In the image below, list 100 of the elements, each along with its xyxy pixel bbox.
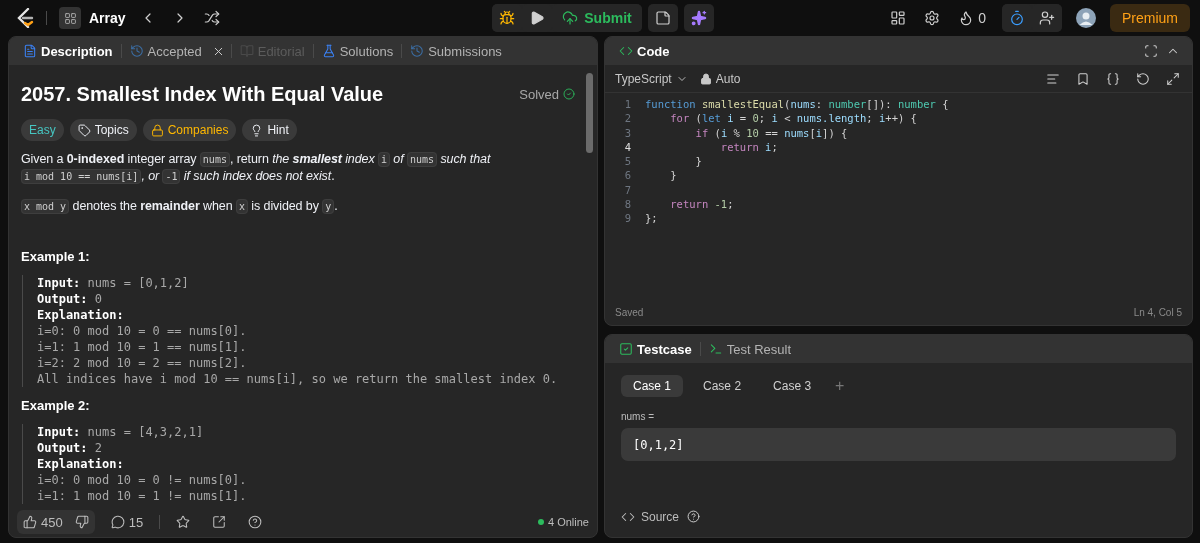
lock-icon [150, 123, 164, 137]
line-number: 5 [623, 154, 631, 169]
bug-icon [499, 10, 516, 26]
settings-icon [924, 10, 941, 26]
code-line: return -1; [669, 197, 734, 212]
line-number: 7 [623, 182, 631, 198]
line-number: 9 [623, 211, 631, 226]
add-user-icon [1039, 10, 1055, 26]
history-icon [129, 44, 144, 58]
language-dropdown[interactable]: TypeScript [615, 71, 688, 86]
code-line: for (let i = 0; i < nums.length; i++) { [669, 111, 917, 126]
code-line: return i; [719, 139, 778, 155]
braces-icon [1106, 71, 1120, 86]
tag-chip[interactable]: Topics [69, 119, 137, 141]
case-tab[interactable]: Case 1 [621, 375, 684, 397]
line-number: 1 [623, 97, 631, 112]
star-icon [176, 515, 191, 529]
terminal-icon [708, 342, 723, 356]
logo-icon[interactable] [16, 8, 34, 28]
note-icon [654, 10, 671, 26]
play-icon [529, 10, 546, 26]
help-icon [687, 510, 701, 523]
example-heading: Example 2: [21, 398, 91, 414]
example-line: i=1: 1 mod 10 = 1 == nums[1]. [37, 339, 248, 355]
notes-button[interactable] [647, 4, 678, 32]
example-line: i=0: 0 mod 10 = 0 != nums[0]. [37, 472, 248, 488]
scrollbar[interactable] [586, 73, 593, 153]
example-line: i=0: 0 mod 10 = 0 == nums[0]. [37, 323, 248, 339]
cursor-position: Ln 4, Col 5 [1133, 306, 1182, 318]
premium-button[interactable]: Premium [1110, 4, 1190, 32]
grid-icon [63, 11, 77, 25]
share-icon [212, 515, 227, 529]
checkbox-icon [619, 342, 633, 356]
help-icon [248, 515, 263, 529]
problem-list-button[interactable]: Array [59, 7, 126, 29]
code-line: } [669, 168, 677, 183]
panel-tab[interactable]: Testcase [615, 341, 696, 357]
comment-icon [110, 515, 125, 529]
line-number: 4 [623, 139, 631, 155]
layout-icon [890, 10, 907, 26]
line-number: 8 [623, 197, 631, 212]
timer-icon [1009, 10, 1025, 26]
line-number: 3 [623, 125, 631, 140]
document-icon [23, 44, 37, 58]
help-button[interactable] [685, 508, 703, 525]
panel-tab[interactable]: Description [19, 43, 117, 59]
thumbs-down-icon [74, 515, 89, 529]
problem-statement: Given a 0-indexed integer array nums , return the smallest index i of nums such that i mod 10 == nums[i] , or -1 if such index does not exist. [21, 151, 492, 185]
lock-icon [699, 72, 712, 85]
line-number: 2 [623, 111, 631, 126]
example-line: All indices have i mod 10 == nums[i], so we return the smallest index 0. [37, 371, 559, 387]
save-status: Saved [615, 306, 644, 318]
online-count: 4 Online [538, 516, 589, 528]
tag-chip[interactable]: Companies [142, 119, 237, 141]
ai-button[interactable] [683, 4, 714, 32]
tag-icon [77, 123, 91, 137]
shuffle-icon [203, 10, 220, 26]
comments-button[interactable]: 15 [104, 514, 150, 530]
panel-tab[interactable]: Accepted [125, 43, 206, 59]
code-line: }; [645, 211, 658, 226]
tag-chip[interactable]: Hint [242, 119, 297, 141]
example-line: Explanation: [37, 456, 125, 472]
code-tab[interactable]: Code [615, 43, 674, 59]
case-tab[interactable]: Case 2 [691, 375, 754, 397]
source-button[interactable]: Source [621, 509, 680, 524]
code-line: } [694, 154, 702, 169]
align-left-icon [1046, 71, 1060, 86]
input-field[interactable]: [0,1,2] [621, 428, 1176, 461]
streak-button[interactable]: 0 [956, 8, 988, 28]
panel-tab[interactable]: Submissions [406, 43, 506, 59]
fullscreen-button[interactable] [1142, 42, 1160, 60]
example-line: Output: 0 [37, 291, 104, 307]
sparkles-icon [690, 10, 707, 26]
problem-statement: x mod y denotes the remainder when x is divided by y . [21, 198, 575, 215]
bookmark-icon [1076, 71, 1090, 86]
solved-status: Solved [519, 86, 575, 102]
cloud-upload-icon [562, 10, 579, 26]
problem-title: 2057. Smallest Index With Equal Value [21, 82, 384, 107]
check-circle-icon [563, 88, 575, 100]
example-line: Input: nums = [0,1,2] [37, 275, 190, 291]
example-line: Input: nums = [4,3,2,1] [37, 424, 205, 440]
history-icon [410, 44, 425, 58]
avatar[interactable] [1076, 8, 1096, 28]
fullscreen-icon [1144, 44, 1158, 58]
auto-mode-toggle[interactable]: Auto [699, 71, 741, 86]
code-icon [619, 44, 633, 58]
flask-icon [321, 44, 336, 58]
code-line: if (i % 10 == nums[i]) { [694, 125, 848, 140]
example-heading: Example 1: [21, 249, 91, 265]
example-line: i=1: 1 mod 10 = 1 != nums[1]. [37, 488, 248, 504]
expand-icon [1166, 71, 1180, 86]
tag-chip[interactable]: Easy [21, 119, 64, 141]
panel-tab[interactable]: Test Result [704, 341, 795, 357]
code-line: function smallestEqual(nums: number[]): number { [645, 97, 949, 112]
parameter-label: nums = [621, 411, 656, 422]
case-tab[interactable]: Case 3 [761, 375, 824, 397]
reset-icon [1136, 71, 1150, 86]
example-line: Output: 2 [37, 440, 104, 456]
example-line: Explanation: [37, 307, 125, 323]
panel-tab[interactable]: Solutions [317, 43, 398, 59]
